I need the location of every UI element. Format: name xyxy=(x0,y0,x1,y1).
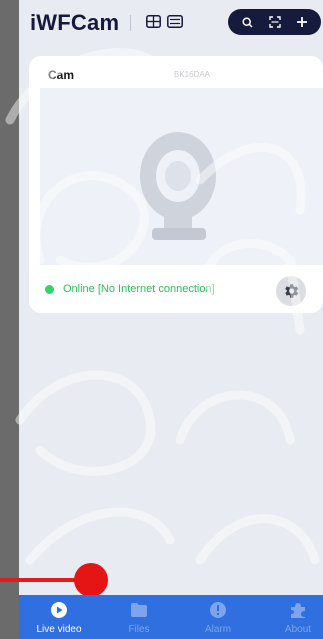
left-gray-strip xyxy=(0,0,19,639)
camera-name: Cam xyxy=(48,68,75,82)
annotation-line xyxy=(0,578,80,582)
gear-icon xyxy=(285,284,299,298)
alarm-icon xyxy=(208,600,228,620)
nav-alarm[interactable]: Alarm xyxy=(186,600,250,639)
grid-view-icon[interactable] xyxy=(145,13,161,29)
multi-view-icon[interactable] xyxy=(167,13,183,29)
nav-label-files: Files xyxy=(128,624,150,635)
nav-live-video[interactable]: Live video xyxy=(27,600,91,639)
camera-settings-button[interactable] xyxy=(276,276,306,306)
camera-status-text: Online [No Internet connection] xyxy=(63,283,215,295)
camera-preview[interactable] xyxy=(40,88,323,265)
files-icon xyxy=(129,600,149,620)
live-video-icon xyxy=(49,600,69,620)
app-title: iWFCam xyxy=(30,10,120,35)
puzzle-icon xyxy=(288,600,308,620)
nav-label-about: About xyxy=(284,624,312,635)
scan-icon[interactable] xyxy=(265,12,285,32)
nav-files[interactable]: Files xyxy=(107,600,171,639)
camera-placeholder-icon xyxy=(140,132,216,240)
add-icon[interactable] xyxy=(292,12,312,32)
header-divider xyxy=(130,15,131,31)
screen: iWFCam Cam BK16DAA Online [No Internet c… xyxy=(0,0,323,639)
annotation-dot xyxy=(74,563,108,597)
nav-label-live-video: Live video xyxy=(36,624,82,635)
search-icon[interactable] xyxy=(238,12,258,32)
online-status-dot xyxy=(45,285,54,294)
nav-about[interactable]: About xyxy=(266,600,323,639)
nav-label-alarm: Alarm xyxy=(204,624,232,635)
header-action-pill xyxy=(228,9,321,35)
camera-device-id: BK16DAA xyxy=(174,70,211,79)
